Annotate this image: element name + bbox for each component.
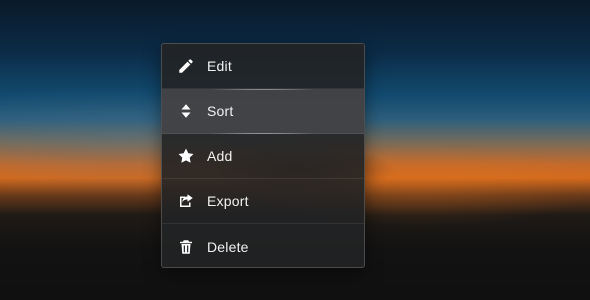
sort-icon — [177, 102, 195, 120]
menu-item-export-label: Export — [207, 193, 249, 209]
star-icon — [177, 147, 195, 165]
trash-icon — [177, 238, 195, 256]
menu-item-delete[interactable]: Delete — [162, 224, 364, 267]
menu-item-add-label: Add — [207, 148, 233, 164]
pencil-icon — [177, 57, 195, 75]
menu-item-edit[interactable]: Edit — [162, 44, 364, 89]
context-menu: Edit Sort Add Export Delete — [161, 43, 365, 268]
menu-item-delete-label: Delete — [207, 238, 249, 255]
menu-item-add[interactable]: Add — [162, 134, 364, 179]
menu-item-sort-label: Sort — [207, 103, 234, 119]
menu-item-export[interactable]: Export — [162, 179, 364, 224]
menu-item-sort[interactable]: Sort — [162, 89, 364, 134]
menu-item-edit-label: Edit — [207, 58, 232, 74]
share-icon — [177, 192, 195, 210]
